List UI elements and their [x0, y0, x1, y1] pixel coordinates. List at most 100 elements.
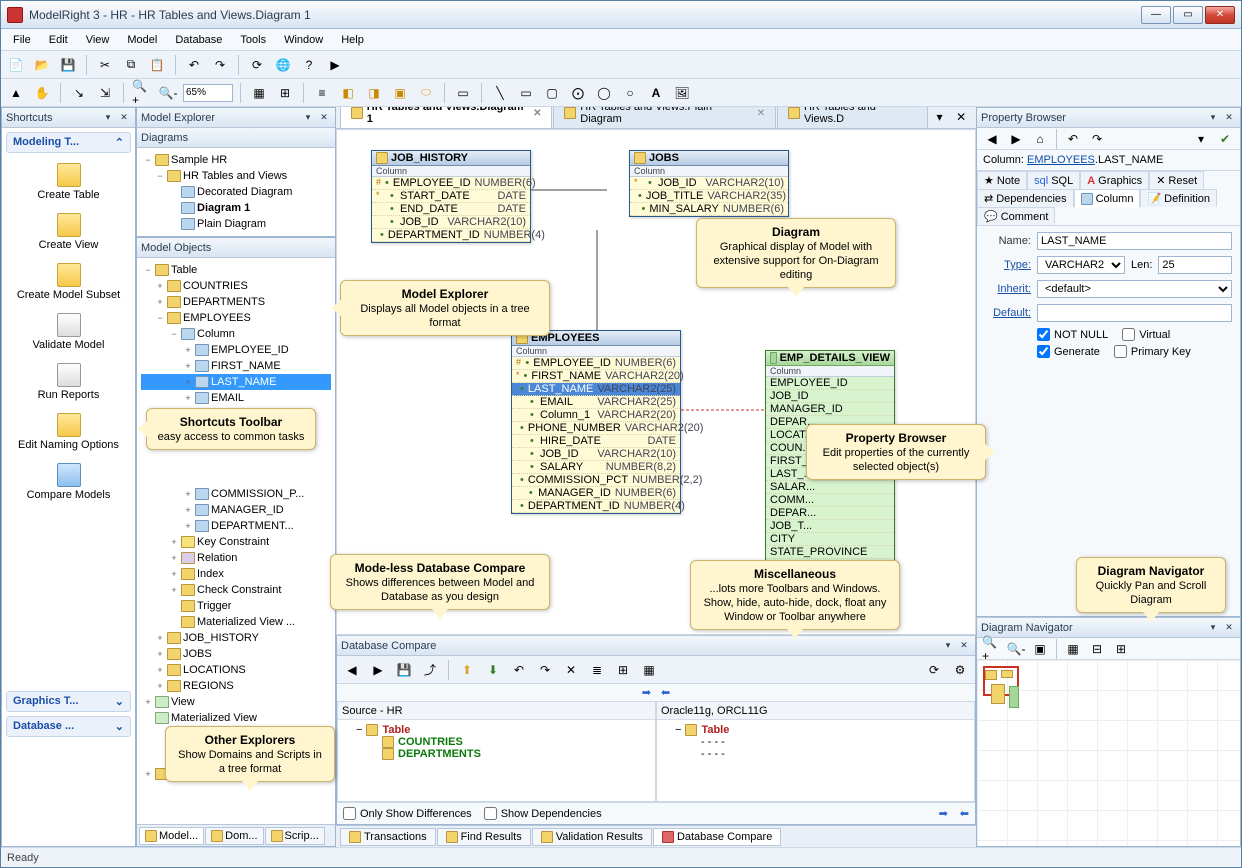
shortcut-create-view[interactable]: Create View	[2, 207, 135, 257]
tree-column[interactable]: +DEPARTMENT...	[141, 518, 331, 534]
delete-icon[interactable]: ✕	[560, 659, 582, 681]
snap-icon[interactable]: ⊞	[274, 82, 296, 104]
entity-column-row[interactable]: •JOB_IDVARCHAR2(10)	[372, 216, 530, 229]
tree-table[interactable]: +REGIONS	[141, 678, 331, 694]
tree-column-node[interactable]: −Column	[141, 326, 331, 342]
panel-close-icon[interactable]: ✕	[1222, 111, 1236, 125]
toggle-icon[interactable]: ⊟	[1086, 638, 1108, 660]
copy-icon[interactable]: ⧉	[120, 54, 142, 76]
pb-tab-deps[interactable]: ⇄Dependencies	[977, 189, 1074, 207]
circle-icon[interactable]: ○	[619, 82, 641, 104]
text-icon[interactable]: A	[645, 82, 667, 104]
settings-icon[interactable]: ⚙	[949, 659, 971, 681]
tree-root[interactable]: −Sample HR	[141, 152, 331, 168]
globe-icon[interactable]: 🌐	[272, 54, 294, 76]
dropdown-icon[interactable]: ▾	[1190, 128, 1212, 150]
tab-close-icon[interactable]: ✕	[757, 108, 765, 119]
paste-icon[interactable]: 📋	[146, 54, 168, 76]
menu-window[interactable]: Window	[276, 32, 331, 48]
tree-table[interactable]: −EMPLOYEES	[141, 310, 331, 326]
diagram-tab[interactable]: HR Tables and Views.D	[777, 107, 928, 128]
entity-column-row[interactable]: •JOB_TITLEVARCHAR2(35)	[630, 190, 788, 203]
panel-close-icon[interactable]: ✕	[957, 639, 971, 653]
entity-column-row[interactable]: SALAR...	[766, 481, 894, 494]
entity-column-row[interactable]: •END_DATEDATE	[372, 203, 530, 216]
entity-column-row[interactable]: #•EMPLOYEE_IDNUMBER(6)	[372, 177, 530, 190]
shortcut-create-model-subset[interactable]: Create Model Subset	[2, 257, 135, 307]
entity-column-row[interactable]: #•EMPLOYEE_IDNUMBER(6)	[512, 357, 680, 370]
panel-close-icon[interactable]: ✕	[317, 111, 331, 125]
image-icon[interactable]: 🖼	[671, 82, 693, 104]
generate-checkbox[interactable]: Generate	[1037, 345, 1100, 358]
help-icon[interactable]: ?	[298, 54, 320, 76]
explorer-tab-model[interactable]: Model...	[139, 827, 204, 845]
zoom-out-icon[interactable]: 🔍-	[1005, 638, 1027, 660]
tree-view-node[interactable]: +View	[141, 694, 331, 710]
menu-tools[interactable]: Tools	[232, 32, 274, 48]
pin-icon[interactable]: ▾	[101, 111, 115, 125]
box3d2-icon[interactable]: ◨	[363, 82, 385, 104]
tree-matview-node[interactable]: Materialized View	[141, 710, 331, 726]
tree-trigger[interactable]: Trigger	[141, 598, 331, 614]
menu-database[interactable]: Database	[167, 32, 230, 48]
open-icon[interactable]: 📂	[31, 54, 53, 76]
tabs-close-icon[interactable]: ✕	[950, 107, 972, 128]
arrow-left-icon[interactable]: ⬅	[661, 686, 670, 699]
box3d3-icon[interactable]: ▣	[389, 82, 411, 104]
cut-icon[interactable]: ✂	[94, 54, 116, 76]
entity-column-row[interactable]: COMM...	[766, 494, 894, 507]
entity-column-row[interactable]: •MIN_SALARYNUMBER(6)	[630, 203, 788, 216]
type-label[interactable]: Type:	[985, 259, 1031, 271]
tree-column[interactable]: +EMAIL	[141, 390, 331, 406]
pin-icon[interactable]: ▾	[1206, 111, 1220, 125]
tree-relation[interactable]: +Relation	[141, 550, 331, 566]
tree-column[interactable]: +MANAGER_ID	[141, 502, 331, 518]
polyline-icon[interactable]: ⨀	[567, 82, 589, 104]
default-label[interactable]: Default:	[985, 307, 1031, 319]
pb-tab-graphics[interactable]: AGraphics	[1080, 171, 1149, 189]
name-input[interactable]	[1037, 232, 1232, 250]
tree-matview[interactable]: Materialized View ...	[141, 614, 331, 630]
pb-tab-comment[interactable]: 💬Comment	[977, 207, 1055, 225]
arrow-right-icon[interactable]: ➡	[642, 686, 651, 699]
pin-icon[interactable]: ▾	[941, 639, 955, 653]
entity-column-row[interactable]: CITY	[766, 533, 894, 546]
fit-icon[interactable]: ▣	[1029, 638, 1051, 660]
shortcut-run-reports[interactable]: Run Reports	[2, 357, 135, 407]
fwd-icon[interactable]: ▶	[1005, 128, 1027, 150]
shortcuts-cat-modeling[interactable]: Modeling T...⌃	[6, 132, 131, 153]
shortcut-create-table[interactable]: Create Table	[2, 157, 135, 207]
tree-column[interactable]: +EMPLOYEE_ID	[141, 342, 331, 358]
grid-icon[interactable]: ▦	[638, 659, 660, 681]
undo-icon[interactable]: ↶	[508, 659, 530, 681]
shortcuts-cat-database[interactable]: Database ...⌄	[6, 716, 131, 737]
entity-column-row[interactable]: •JOB_IDVARCHAR2(10)	[512, 448, 680, 461]
tree-column[interactable]: +FIRST_NAME	[141, 358, 331, 374]
panel-close-icon[interactable]: ✕	[117, 111, 131, 125]
back-icon[interactable]: ◀	[981, 128, 1003, 150]
tree-table-node[interactable]: −Table	[141, 262, 331, 278]
tree-diagram[interactable]: Diagram 1	[141, 200, 331, 216]
arrow-left-icon[interactable]: ⬅	[960, 807, 969, 820]
tree-table[interactable]: +DEPARTMENTS	[141, 294, 331, 310]
tree-icon[interactable]: ⊞	[612, 659, 634, 681]
tree-table[interactable]: +LOCATIONS	[141, 662, 331, 678]
only-diff-checkbox[interactable]: Only Show Differences	[343, 807, 472, 820]
entity-column-row[interactable]: •LAST_NAMEVARCHAR2(25)	[512, 383, 680, 396]
explorer-tab-domains[interactable]: Dom...	[205, 827, 263, 845]
btab-validation[interactable]: Validation Results	[532, 828, 652, 846]
close-button[interactable]: ✕	[1205, 6, 1235, 24]
tree-column-selected[interactable]: +LAST_NAME	[141, 374, 331, 390]
grid-icon[interactable]: ▦	[1062, 638, 1084, 660]
show-deps-checkbox[interactable]: Show Dependencies	[484, 807, 602, 820]
menu-model[interactable]: Model	[119, 32, 165, 48]
tree-table[interactable]: +JOB_HISTORY	[141, 630, 331, 646]
hand-icon[interactable]: ✋	[31, 82, 53, 104]
entity-column-row[interactable]: •DEPARTMENT_IDNUMBER(4)	[512, 500, 680, 513]
tab-close-icon[interactable]: ✕	[533, 108, 541, 119]
accept-icon[interactable]: ✔	[1214, 128, 1236, 150]
btab-find-results[interactable]: Find Results	[437, 828, 531, 846]
entity-column-row[interactable]: STATE_PROVINCE	[766, 546, 894, 559]
shortcuts-cat-graphics[interactable]: Graphics T...⌄	[6, 691, 131, 712]
undo-icon[interactable]: ↶	[1062, 128, 1084, 150]
